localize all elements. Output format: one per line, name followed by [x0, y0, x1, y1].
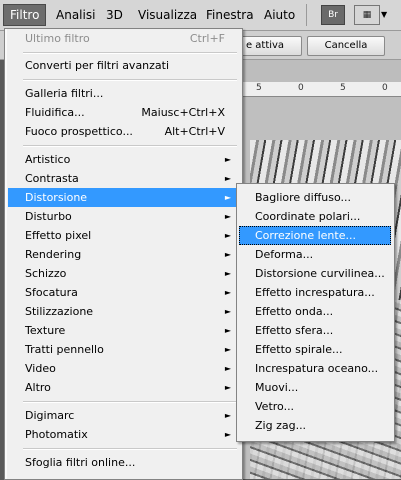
menu-item-digimarc[interactable]: Digimarc ► [8, 406, 239, 425]
menu-aiuto[interactable]: Aiuto [258, 5, 301, 25]
submenu-item-effetto-spirale[interactable]: Effetto spirale... [239, 340, 391, 359]
menu-item-video[interactable]: Video ► [8, 359, 239, 378]
filter-menu: Ultimo filtro Ctrl+F Converti per filtri… [4, 28, 243, 480]
submenu-item-muovi[interactable]: Muovi... [239, 378, 391, 397]
distort-submenu: Bagliore diffuso... Coordinate polari...… [236, 183, 395, 442]
submenu-item-coordinate-polari[interactable]: Coordinate polari... [239, 207, 391, 226]
menu-3d[interactable]: 3D [100, 5, 129, 25]
submenu-item-vetro[interactable]: Vetro... [239, 397, 391, 416]
submenu-item-deforma[interactable]: Deforma... [239, 245, 391, 264]
submenu-item-effetto-sfera[interactable]: Effetto sfera... [239, 321, 391, 340]
bridge-icon[interactable]: Br [321, 5, 345, 25]
menu-separator [23, 79, 237, 81]
submenu-arrow-icon: ► [224, 193, 231, 202]
submenu-arrow-icon: ► [224, 250, 231, 259]
menu-item-last-filter[interactable]: Ultimo filtro Ctrl+F [8, 29, 239, 48]
submenu-arrow-icon: ► [224, 411, 231, 420]
menu-item-artistico[interactable]: Artistico ► [8, 150, 239, 169]
screen-mode-icon[interactable]: ▦ [354, 5, 380, 25]
menu-item-convert-smart-filters[interactable]: Converti per filtri avanzati [8, 56, 239, 75]
menu-item-contrasta[interactable]: Contrasta ► [8, 169, 239, 188]
menu-item-schizzo[interactable]: Schizzo ► [8, 264, 239, 283]
menu-item-stilizzazione[interactable]: Stilizzazione ► [8, 302, 239, 321]
menu-item-texture[interactable]: Texture ► [8, 321, 239, 340]
ruler-tick: 0 [382, 83, 388, 93]
ruler-tick: 0 [298, 83, 304, 93]
submenu-arrow-icon: ► [224, 174, 231, 183]
menu-item-rendering[interactable]: Rendering ► [8, 245, 239, 264]
menu-item-disturbo[interactable]: Disturbo ► [8, 207, 239, 226]
submenu-arrow-icon: ► [224, 430, 231, 439]
submenu-item-effetto-onda[interactable]: Effetto onda... [239, 302, 391, 321]
submenu-arrow-icon: ► [224, 269, 231, 278]
menu-item-distorsione[interactable]: Distorsione ► [8, 188, 239, 207]
menubar-separator [306, 4, 307, 26]
submenu-item-effetto-increspatura[interactable]: Effetto increspatura... [239, 283, 391, 302]
menu-item-tratti-pennello[interactable]: Tratti pennello ► [8, 340, 239, 359]
submenu-item-bagliore-diffuso[interactable]: Bagliore diffuso... [239, 188, 391, 207]
chevron-down-icon[interactable]: ▼ [378, 5, 390, 25]
menu-finestra[interactable]: Finestra [200, 5, 260, 25]
menu-separator [23, 52, 237, 54]
submenu-item-zig-zag[interactable]: Zig zag... [239, 416, 391, 435]
submenu-arrow-icon: ► [224, 364, 231, 373]
menu-item-effetto-pixel[interactable]: Effetto pixel ► [8, 226, 239, 245]
menu-item-vanishing-point[interactable]: Fuoco prospettico... Alt+Ctrl+V [8, 122, 239, 141]
menu-analisi[interactable]: Analisi [50, 5, 101, 25]
menu-item-browse-filters-online[interactable]: Sfoglia filtri online... [8, 453, 239, 472]
menu-filtro[interactable]: Filtro [2, 4, 47, 26]
menu-item-filter-gallery[interactable]: Galleria filtri... [8, 84, 239, 103]
submenu-arrow-icon: ► [224, 231, 231, 240]
submenu-arrow-icon: ► [224, 383, 231, 392]
menu-separator [23, 401, 237, 403]
submenu-arrow-icon: ► [224, 326, 231, 335]
submenu-item-increspatura-oceano[interactable]: Increspatura oceano... [239, 359, 391, 378]
submenu-arrow-icon: ► [224, 212, 231, 221]
menu-item-sfocatura[interactable]: Sfocatura ► [8, 283, 239, 302]
menubar: Filtro Analisi 3D Visualizza Finestra Ai… [0, 0, 401, 31]
submenu-arrow-icon: ► [224, 345, 231, 354]
cancel-button[interactable]: Cancella [307, 36, 385, 56]
ruler-tick: 5 [256, 83, 262, 93]
menu-separator [23, 145, 237, 147]
menu-visualizza[interactable]: Visualizza [132, 5, 203, 25]
submenu-item-correzione-lente[interactable]: Correzione lente... [239, 226, 391, 245]
ruler: 5 0 5 0 [240, 82, 401, 97]
menu-item-liquify[interactable]: Fluidifica... Maiusc+Ctrl+X [8, 103, 239, 122]
menu-item-altro[interactable]: Altro ► [8, 378, 239, 397]
submenu-arrow-icon: ► [224, 288, 231, 297]
submenu-arrow-icon: ► [224, 307, 231, 316]
document-tab-area [240, 60, 401, 82]
menu-item-photomatix[interactable]: Photomatix ► [8, 425, 239, 444]
submenu-arrow-icon: ► [224, 155, 231, 164]
ruler-tick: 5 [340, 83, 346, 93]
submenu-item-distorsione-curvilinea[interactable]: Distorsione curvilinea... [239, 264, 391, 283]
menu-separator [23, 448, 237, 450]
